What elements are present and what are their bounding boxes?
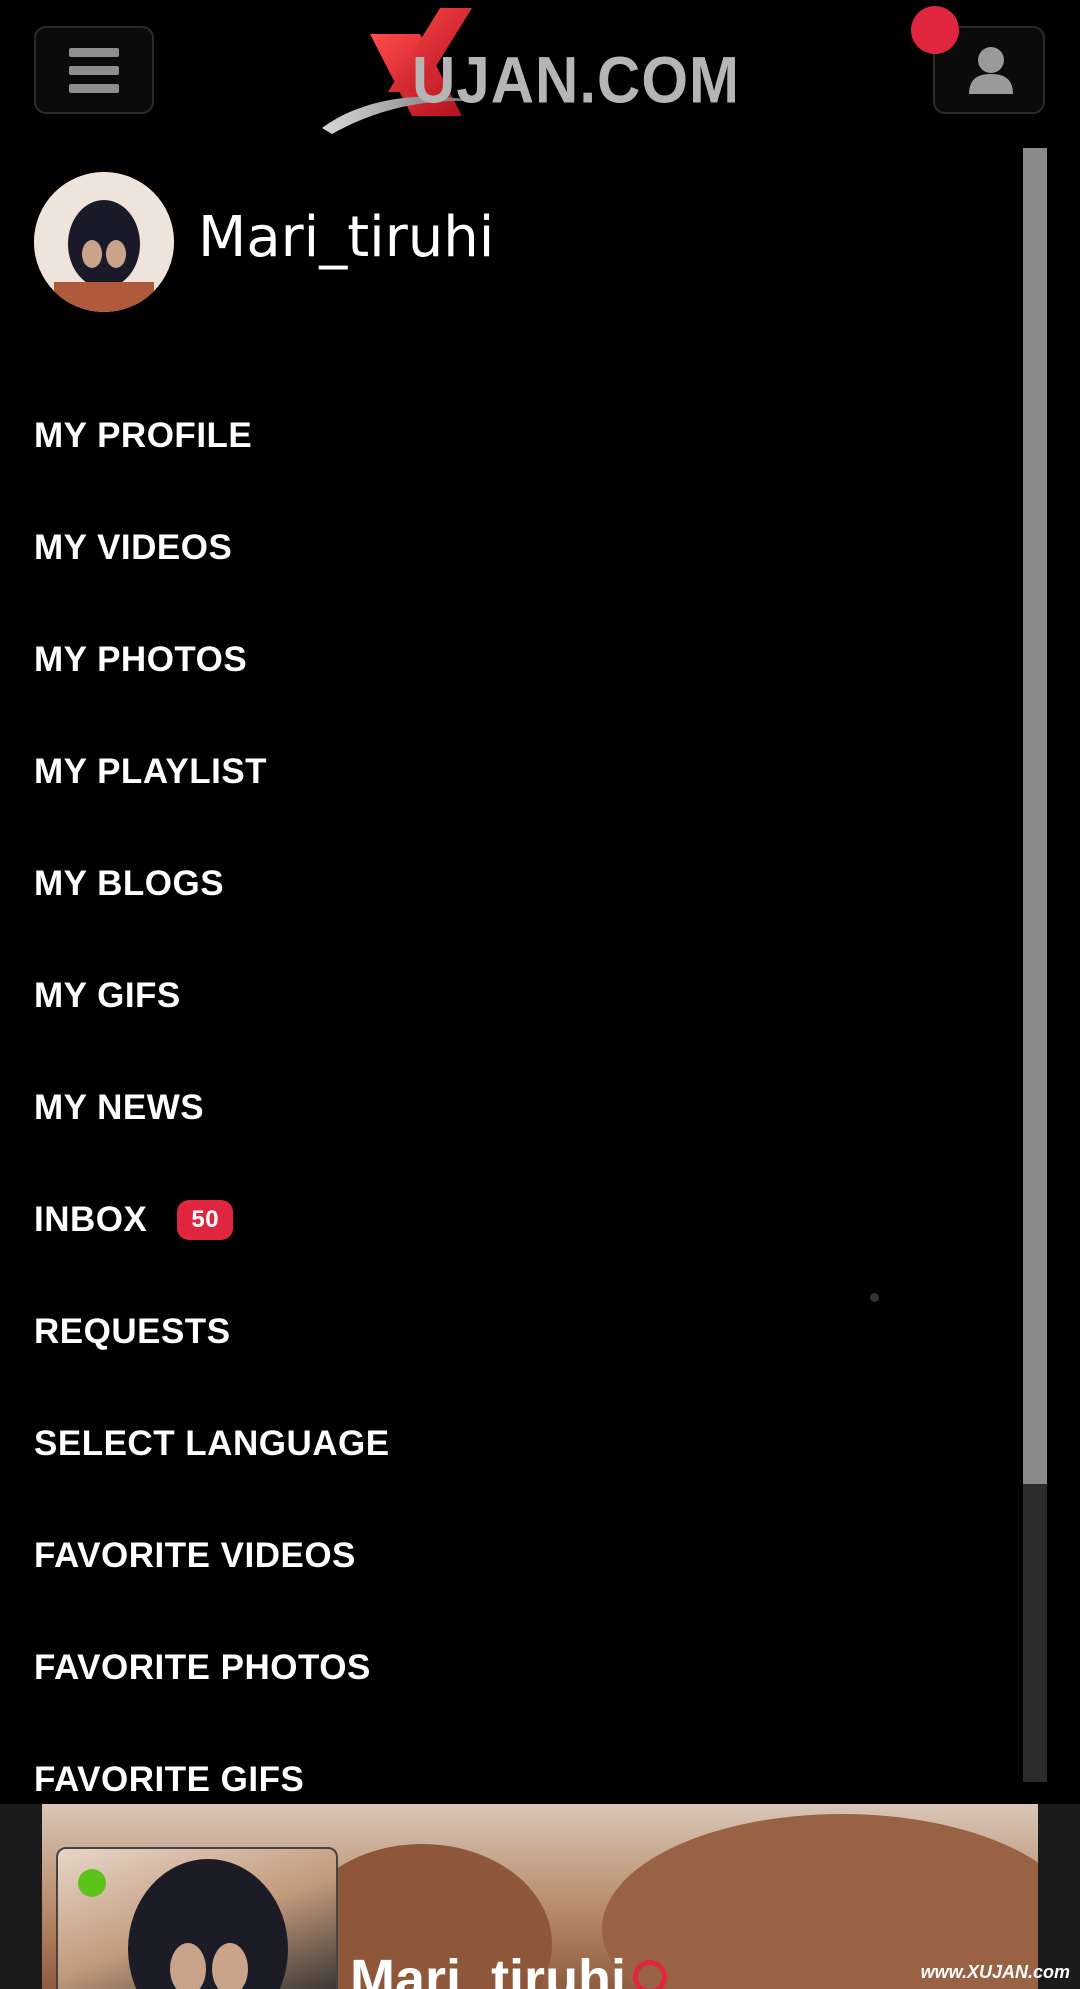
menu-item-my-blogs[interactable]: MY BLOGS — [34, 828, 390, 940]
menu-item-label: MY BLOGS — [34, 864, 225, 903]
menu-item-my-gifs[interactable]: MY GIFS — [34, 940, 390, 1052]
menu-item-select-language[interactable]: SELECT LANGUAGE — [34, 1388, 390, 1500]
preview-avatar-thumbnail[interactable] — [56, 1847, 338, 1989]
app-root: UJAN.COM Mari_tiruhi MY PROFILE MY VIDEO… — [0, 0, 1080, 1989]
preview-avatar-image — [128, 1859, 288, 1989]
decorative-dot — [870, 1293, 879, 1302]
menu-item-label: MY PHOTOS — [34, 640, 248, 679]
menu-item-label: REQUESTS — [34, 1312, 231, 1351]
site-logo[interactable]: UJAN.COM — [312, 6, 742, 136]
preview-username[interactable]: Mari_tiruhi — [350, 1948, 626, 1989]
menu-item-label: INBOX — [34, 1200, 148, 1239]
menu-item-my-news[interactable]: MY NEWS — [34, 1052, 390, 1164]
menu-item-my-playlist[interactable]: MY PLAYLIST — [34, 716, 390, 828]
menu-item-label: MY PLAYLIST — [34, 752, 268, 791]
profile-username[interactable]: Mari_tiruhi — [198, 205, 494, 270]
logo-text: UJAN.COM — [412, 43, 741, 117]
menu-item-label: FAVORITE PHOTOS — [34, 1648, 371, 1687]
menu-item-label: FAVORITE GIFS — [34, 1760, 305, 1799]
menu-scrollbar-thumb[interactable] — [1023, 148, 1047, 1484]
online-status-dot — [78, 1869, 106, 1897]
menu-item-my-profile[interactable]: MY PROFILE — [34, 380, 390, 492]
menu-item-label: SELECT LANGUAGE — [34, 1424, 390, 1463]
notification-dot — [911, 6, 959, 54]
menu-item-label: MY PROFILE — [34, 416, 253, 455]
menu-item-my-videos[interactable]: MY VIDEOS — [34, 492, 390, 604]
menu-item-my-photos[interactable]: MY PHOTOS — [34, 604, 390, 716]
watermark: www.XUJAN.com — [920, 1962, 1070, 1982]
hamburger-menu-button[interactable] — [34, 26, 154, 114]
inbox-count-badge: 50 — [177, 1200, 234, 1240]
menu-item-label: FAVORITE VIDEOS — [34, 1536, 356, 1575]
avatar-image — [34, 172, 174, 312]
menu-item-inbox[interactable]: INBOX 50 — [34, 1164, 390, 1276]
menu-item-label: MY VIDEOS — [34, 528, 233, 567]
menu-item-requests[interactable]: REQUESTS — [34, 1276, 390, 1388]
location-pin-icon — [633, 1960, 667, 1989]
menu-item-label: MY GIFS — [34, 976, 181, 1015]
hamburger-icon — [69, 47, 119, 93]
account-menu: MY PROFILE MY VIDEOS MY PHOTOS MY PLAYLI… — [34, 380, 390, 1836]
menu-item-label: MY NEWS — [34, 1088, 205, 1127]
menu-item-favorite-photos[interactable]: FAVORITE PHOTOS — [34, 1612, 390, 1724]
menu-item-favorite-videos[interactable]: FAVORITE VIDEOS — [34, 1500, 390, 1612]
menu-scrollbar[interactable] — [1023, 148, 1047, 1782]
avatar[interactable] — [34, 172, 174, 312]
